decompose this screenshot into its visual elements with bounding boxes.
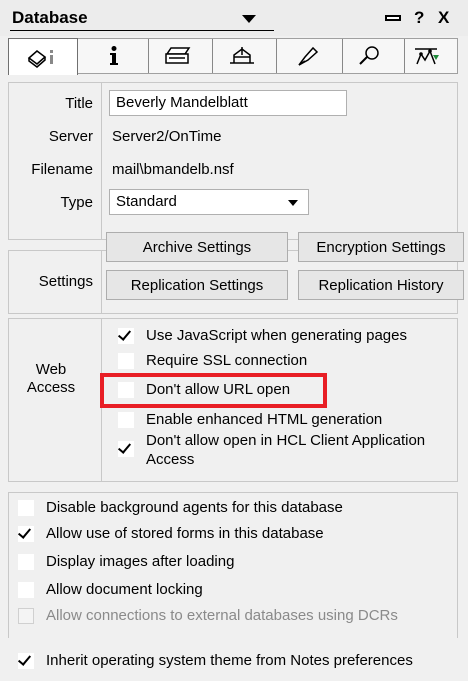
settings-label: Settings xyxy=(38,273,93,290)
archive-settings-button[interactable]: Archive Settings xyxy=(106,232,288,262)
database-info-section: Title Beverly Mandelblatt Server Server2… xyxy=(8,82,458,240)
checkbox[interactable] xyxy=(18,526,34,542)
option-inherit-os-theme[interactable]: Inherit operating system theme from Note… xyxy=(18,651,458,670)
option-disable-background-agents[interactable]: Disable background agents for this datab… xyxy=(18,498,458,517)
checkbox[interactable] xyxy=(18,500,34,516)
option-use-javascript[interactable]: Use JavaScript when generating pages xyxy=(118,326,458,345)
option-label: Inherit operating system theme from Note… xyxy=(46,652,413,669)
option-allow-stored-forms[interactable]: Allow use of stored forms in this databa… xyxy=(18,524,458,543)
chart-icon xyxy=(415,48,439,65)
help-button[interactable]: ? xyxy=(414,8,424,28)
option-label: Don't allow open in HCL Client Applicati… xyxy=(146,432,426,468)
info-basics-icon xyxy=(27,50,53,68)
option-label: Allow use of stored forms in this databa… xyxy=(46,525,324,542)
tab-advanced[interactable] xyxy=(273,39,343,73)
panel-title: Database xyxy=(12,8,88,27)
advanced-icon xyxy=(297,46,318,66)
tab-chart[interactable] xyxy=(395,39,457,73)
checkbox[interactable] xyxy=(118,328,134,344)
info-icon xyxy=(109,46,118,65)
web-access-label-line1: Web xyxy=(35,361,67,378)
printer-icon xyxy=(164,47,190,64)
checkbox xyxy=(18,608,34,624)
tab-design[interactable] xyxy=(207,39,277,73)
type-label: Type xyxy=(60,194,93,211)
encryption-settings-button[interactable]: Encryption Settings xyxy=(298,232,464,262)
web-access-label: Web Access xyxy=(9,361,93,397)
checkbox[interactable] xyxy=(118,353,134,369)
web-access-label-line2: Access xyxy=(26,379,76,396)
search-icon xyxy=(358,46,379,65)
option-label: Allow connections to external databases … xyxy=(46,607,398,624)
option-allow-dcr-connections: Allow connections to external databases … xyxy=(18,606,458,625)
option-label: Require SSL connection xyxy=(146,352,308,369)
properties-tab-bar xyxy=(8,38,458,75)
option-allow-document-locking[interactable]: Allow document locking xyxy=(18,580,458,599)
replication-settings-button[interactable]: Replication Settings xyxy=(106,270,288,300)
server-label: Server xyxy=(48,128,93,145)
checkbox[interactable] xyxy=(18,554,34,570)
section-divider xyxy=(101,251,102,313)
close-button[interactable]: X xyxy=(438,8,449,28)
tab-basics[interactable] xyxy=(8,38,78,75)
option-label: Display images after loading xyxy=(46,553,235,570)
highlight-box xyxy=(100,373,327,408)
title-input[interactable]: Beverly Mandelblatt xyxy=(109,90,347,116)
tab-info[interactable] xyxy=(79,39,149,73)
tab-print[interactable] xyxy=(143,39,213,73)
title-underline xyxy=(10,30,274,31)
checkbox[interactable] xyxy=(18,653,34,669)
option-enhanced-html[interactable]: Enable enhanced HTML generation xyxy=(118,410,458,429)
option-display-images-after-loading[interactable]: Display images after loading xyxy=(18,552,458,571)
grip-icon[interactable] xyxy=(385,15,401,21)
title-label: Title xyxy=(65,95,93,112)
design-icon xyxy=(229,47,254,64)
replication-history-button[interactable]: Replication History xyxy=(298,270,464,300)
option-label: Enable enhanced HTML generation xyxy=(146,411,383,428)
option-dont-allow-hcl-client[interactable]: Don't allow open in HCL Client Applicati… xyxy=(118,431,458,469)
filename-label: Filename xyxy=(31,161,93,178)
checkbox[interactable] xyxy=(118,441,134,457)
option-label: Disable background agents for this datab… xyxy=(46,499,343,516)
server-value: Server2/OnTime xyxy=(112,128,222,145)
option-require-ssl[interactable]: Require SSL connection xyxy=(118,351,458,370)
checkbox[interactable] xyxy=(18,582,34,598)
option-label: Use JavaScript when generating pages xyxy=(146,327,407,344)
panel-titlebar: Database ? X xyxy=(0,0,468,36)
filename-value: mail\bmandelb.nsf xyxy=(112,161,234,178)
type-select[interactable]: Standard xyxy=(109,189,309,215)
chevron-down-icon xyxy=(288,200,298,206)
chevron-down-icon[interactable] xyxy=(242,15,256,23)
option-label: Allow document locking xyxy=(46,581,203,598)
checkbox[interactable] xyxy=(118,412,134,428)
type-selected-value: Standard xyxy=(116,193,177,210)
section-divider xyxy=(101,83,102,239)
